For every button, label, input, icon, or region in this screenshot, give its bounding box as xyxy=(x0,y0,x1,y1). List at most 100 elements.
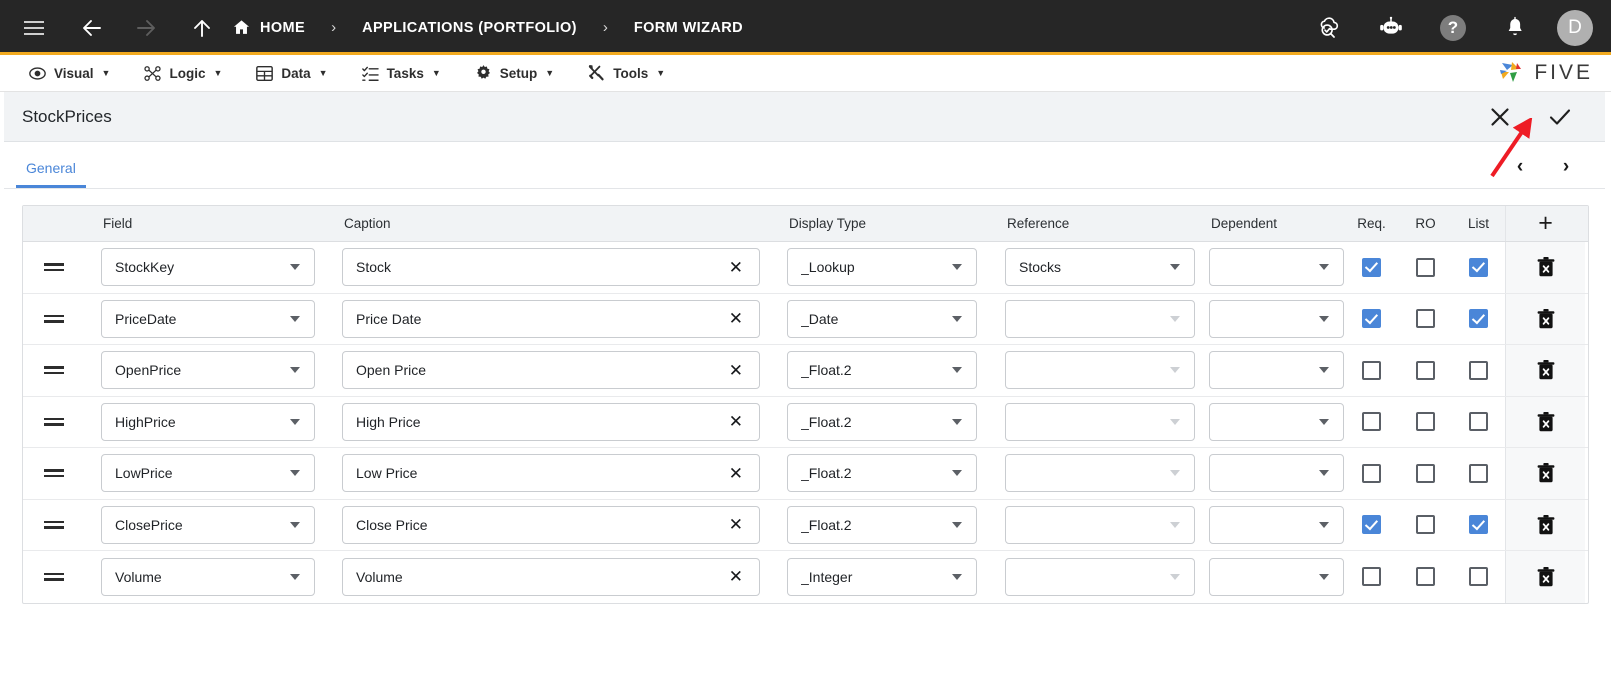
breadcrumb-item-applications[interactable]: APPLICATIONS (PORTFOLIO) xyxy=(362,20,577,36)
display-type-select[interactable]: _Float.2 xyxy=(787,454,977,493)
field-select[interactable]: PriceDate xyxy=(101,299,315,338)
row-drag-handle[interactable] xyxy=(23,572,85,581)
field-select[interactable]: StockKey xyxy=(101,248,315,287)
caption-input[interactable]: Close Price ✕ xyxy=(342,505,760,544)
add-row-button[interactable]: + xyxy=(1505,206,1585,241)
dependent-select[interactable] xyxy=(1209,402,1344,441)
tab-general[interactable]: General xyxy=(16,160,86,188)
delete-row-button[interactable] xyxy=(1505,293,1585,344)
clear-icon[interactable]: ✕ xyxy=(729,465,743,482)
menu-item-setup[interactable]: Setup ▼ xyxy=(458,55,571,91)
field-select[interactable]: OpenPrice xyxy=(101,351,315,390)
readonly-checkbox[interactable] xyxy=(1416,412,1435,432)
list-checkbox[interactable] xyxy=(1469,257,1488,277)
clear-icon[interactable]: ✕ xyxy=(729,516,743,533)
hamburger-menu-button[interactable] xyxy=(14,8,54,48)
breadcrumb-item-form-wizard[interactable]: FORM WIZARD xyxy=(634,20,743,36)
list-checkbox[interactable] xyxy=(1469,463,1488,483)
reference-select[interactable] xyxy=(1005,505,1195,544)
breadcrumb-item-home[interactable]: HOME xyxy=(232,18,305,37)
chat-assistant-button[interactable] xyxy=(1371,8,1411,48)
caption-input[interactable]: High Price ✕ xyxy=(342,402,760,441)
menu-item-tasks[interactable]: Tasks ▼ xyxy=(345,55,458,91)
clear-icon[interactable]: ✕ xyxy=(729,362,743,379)
display-type-select[interactable]: _Float.2 xyxy=(787,402,977,441)
caption-input[interactable]: Open Price ✕ xyxy=(342,351,760,390)
field-select[interactable]: HighPrice xyxy=(101,402,315,441)
delete-row-button[interactable] xyxy=(1505,499,1585,550)
field-select[interactable]: LowPrice xyxy=(101,454,315,493)
readonly-checkbox[interactable] xyxy=(1416,257,1435,277)
row-drag-handle[interactable] xyxy=(23,417,85,426)
clear-icon[interactable]: ✕ xyxy=(729,259,743,276)
reference-select[interactable] xyxy=(1005,299,1195,338)
menu-item-data[interactable]: Data ▼ xyxy=(239,55,344,91)
dependent-select[interactable] xyxy=(1209,351,1344,390)
required-checkbox[interactable] xyxy=(1362,567,1381,587)
field-select[interactable]: Volume xyxy=(101,557,315,596)
dependent-select[interactable] xyxy=(1209,248,1344,287)
readonly-checkbox[interactable] xyxy=(1416,463,1435,483)
required-checkbox[interactable] xyxy=(1362,257,1381,277)
reference-select[interactable] xyxy=(1005,454,1195,493)
back-button[interactable] xyxy=(72,8,112,48)
menu-item-visual[interactable]: Visual ▼ xyxy=(12,55,127,91)
clear-icon[interactable]: ✕ xyxy=(729,568,743,585)
display-type-select[interactable]: _Lookup xyxy=(787,248,977,287)
notifications-button[interactable] xyxy=(1495,8,1535,48)
row-drag-handle[interactable] xyxy=(23,520,85,529)
caption-input[interactable]: Stock ✕ xyxy=(342,248,760,287)
clear-icon[interactable]: ✕ xyxy=(729,413,743,430)
save-button[interactable] xyxy=(1545,102,1575,132)
display-type-select[interactable]: _Date xyxy=(787,299,977,338)
reference-select[interactable]: Stocks xyxy=(1005,248,1195,287)
help-button[interactable]: ? xyxy=(1433,8,1473,48)
required-checkbox[interactable] xyxy=(1362,360,1381,380)
tab-next-button[interactable]: › xyxy=(1553,154,1579,180)
required-checkbox[interactable] xyxy=(1362,412,1381,432)
field-select[interactable]: ClosePrice xyxy=(101,505,315,544)
delete-row-button[interactable] xyxy=(1505,396,1585,447)
required-checkbox[interactable] xyxy=(1362,463,1381,483)
row-drag-handle[interactable] xyxy=(23,469,85,478)
display-type-select[interactable]: _Integer xyxy=(787,557,977,596)
tab-prev-button[interactable]: ‹ xyxy=(1507,154,1533,180)
reference-select[interactable] xyxy=(1005,351,1195,390)
reference-select[interactable] xyxy=(1005,557,1195,596)
dependent-select[interactable] xyxy=(1209,505,1344,544)
menu-item-logic[interactable]: Logic ▼ xyxy=(127,55,239,91)
caption-input[interactable]: Low Price ✕ xyxy=(342,454,760,493)
readonly-checkbox[interactable] xyxy=(1416,360,1435,380)
dependent-select[interactable] xyxy=(1209,454,1344,493)
list-checkbox[interactable] xyxy=(1469,360,1488,380)
list-checkbox[interactable] xyxy=(1469,515,1488,535)
caption-input[interactable]: Price Date ✕ xyxy=(342,299,760,338)
user-avatar[interactable]: D xyxy=(1557,9,1593,46)
dependent-select[interactable] xyxy=(1209,557,1344,596)
delete-row-button[interactable] xyxy=(1505,345,1585,396)
row-drag-handle[interactable] xyxy=(23,366,85,375)
delete-row-button[interactable] xyxy=(1505,551,1585,603)
caption-input[interactable]: Volume ✕ xyxy=(342,557,760,596)
cancel-button[interactable] xyxy=(1485,102,1515,132)
delete-row-button[interactable] xyxy=(1505,242,1585,293)
menu-item-tools[interactable]: Tools ▼ xyxy=(571,55,682,91)
required-checkbox[interactable] xyxy=(1362,309,1381,329)
up-level-button[interactable] xyxy=(182,8,222,48)
list-checkbox[interactable] xyxy=(1469,567,1488,587)
display-type-select[interactable]: _Float.2 xyxy=(787,351,977,390)
readonly-checkbox[interactable] xyxy=(1416,567,1435,587)
forward-button[interactable] xyxy=(126,8,166,48)
row-drag-handle[interactable] xyxy=(23,263,85,272)
list-checkbox[interactable] xyxy=(1469,412,1488,432)
dependent-select[interactable] xyxy=(1209,299,1344,338)
list-checkbox[interactable] xyxy=(1469,309,1488,329)
display-type-select[interactable]: _Float.2 xyxy=(787,505,977,544)
required-checkbox[interactable] xyxy=(1362,515,1381,535)
clear-icon[interactable]: ✕ xyxy=(729,310,743,327)
readonly-checkbox[interactable] xyxy=(1416,515,1435,535)
row-drag-handle[interactable] xyxy=(23,314,85,323)
reference-select[interactable] xyxy=(1005,402,1195,441)
readonly-checkbox[interactable] xyxy=(1416,309,1435,329)
delete-row-button[interactable] xyxy=(1505,448,1585,499)
